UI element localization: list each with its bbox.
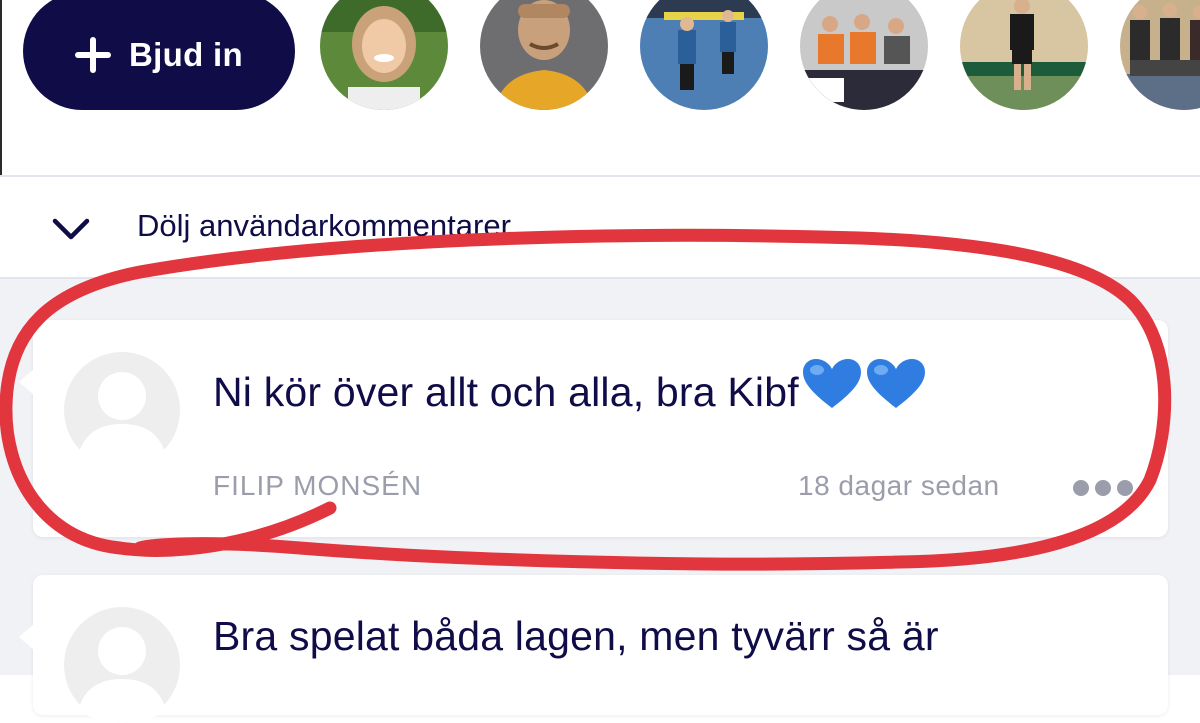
comments-page: Bjud in Dölj användarkommentarer Ni kör … — [0, 0, 1200, 723]
plus-icon — [75, 37, 112, 73]
blue-heart-emoji-icon — [801, 358, 925, 422]
invite-button[interactable]: Bjud in — [23, 0, 295, 110]
hide-comments-label[interactable]: Dölj användarkommentarer — [137, 208, 511, 244]
more-options-icon[interactable] — [1073, 480, 1133, 496]
user-placeholder-icon — [64, 352, 180, 468]
comment-text: Ni kör över allt och alla, bra Kibf — [213, 358, 925, 422]
comment-timestamp: 18 dagar sedan — [798, 470, 1000, 501]
comment-body: Bra spelat båda lagen, men tyvärr så är — [213, 613, 939, 659]
avatar-floorball-players[interactable] — [640, 0, 768, 110]
avatar-team-group[interactable] — [1120, 0, 1200, 110]
bubble-tail — [19, 623, 35, 651]
avatar-player-number-34[interactable] — [960, 0, 1088, 110]
chevron-down-icon[interactable] — [52, 218, 90, 242]
avatar-woman-outdoors[interactable] — [320, 0, 448, 110]
members-strip: Bjud in — [0, 0, 1200, 177]
bubble-tail — [19, 368, 35, 396]
avatar-spectators-orange[interactable] — [800, 0, 928, 110]
comment-body: Ni kör över allt och alla, bra Kibf — [213, 369, 799, 415]
avatar-man-yellow-shirt[interactable] — [480, 0, 608, 110]
invite-button-label: Bjud in — [129, 36, 243, 73]
comment-card: Ni kör över allt och alla, bra Kibf FILI… — [19, 320, 1168, 537]
window-edge — [0, 0, 2, 175]
comment-card: Bra spelat båda lagen, men tyvärr så är — [19, 575, 1168, 723]
user-placeholder-icon — [64, 607, 180, 723]
comment-author[interactable]: FILIP MONSÉN — [213, 470, 422, 502]
